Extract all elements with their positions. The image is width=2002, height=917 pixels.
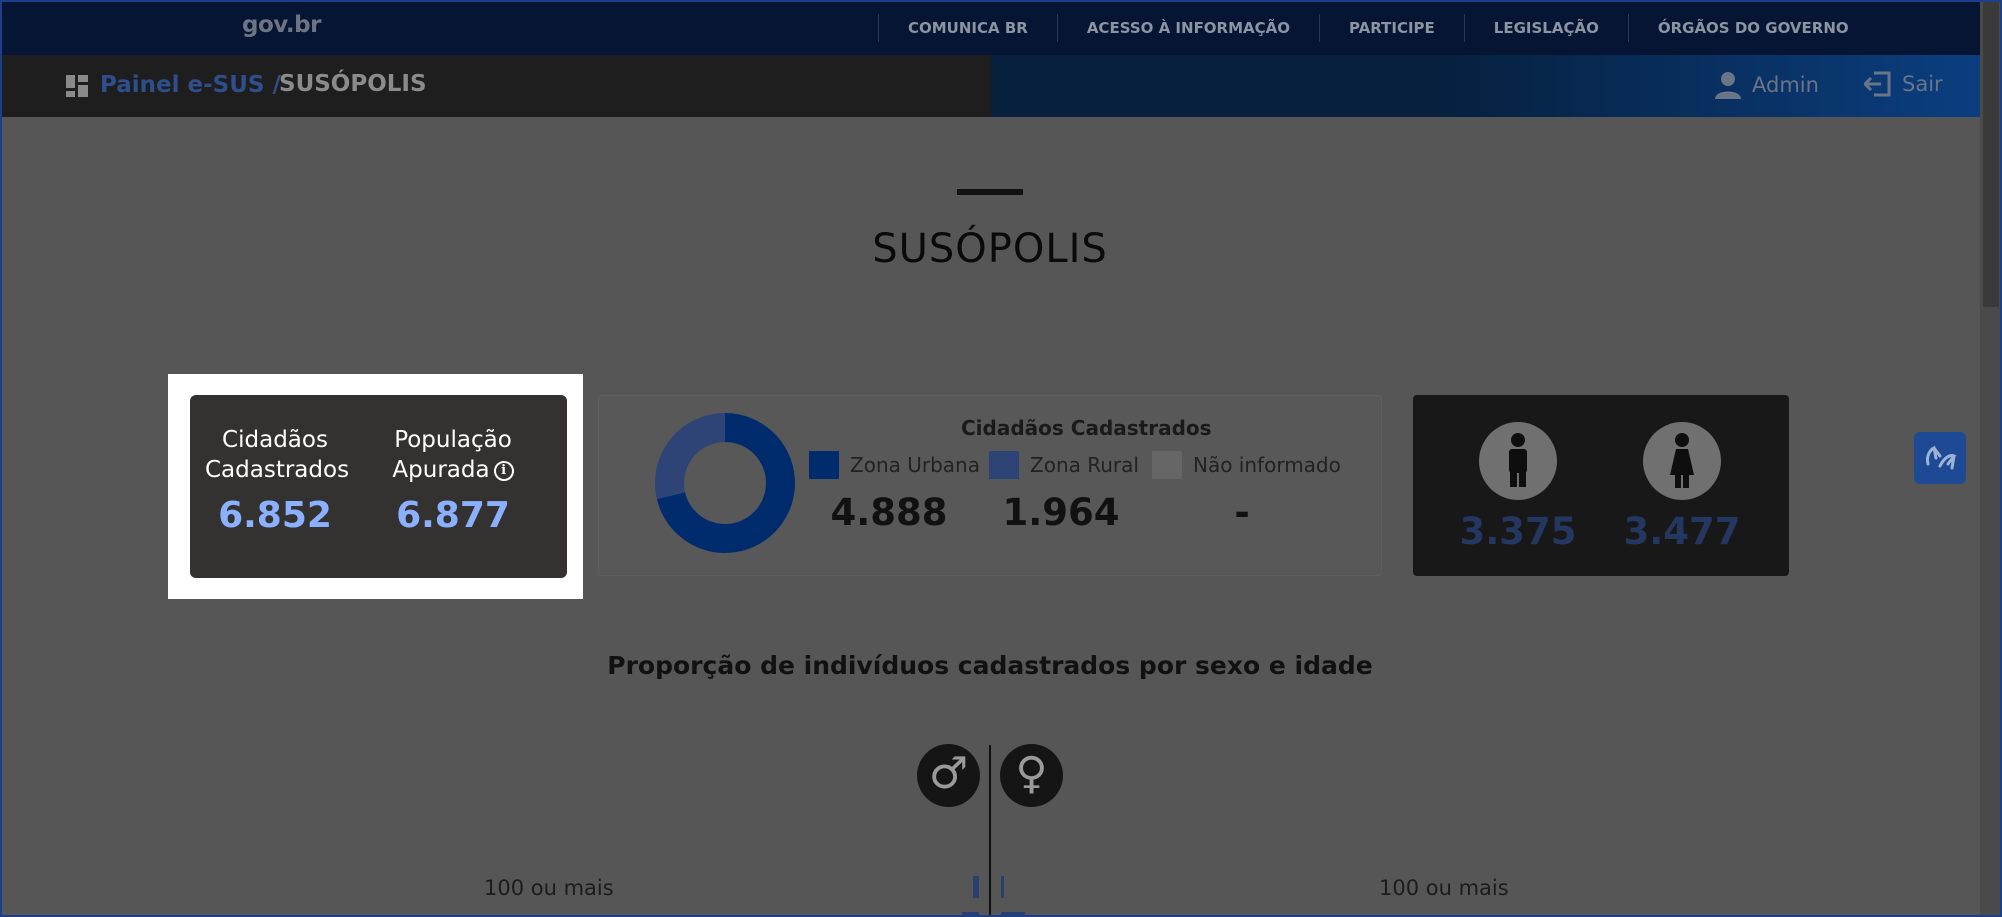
urban-value: 4.888 xyxy=(830,491,948,534)
page-title: SUSÓPOLIS xyxy=(872,226,1108,272)
nav-orgaos-governo[interactable]: ÓRGÃOS DO GOVERNO xyxy=(1629,19,1878,37)
summary-card: Cidadãos Cadastrados 6.852 População Apu… xyxy=(190,395,567,578)
pyramid-bar-female xyxy=(1001,876,1004,898)
registered-stat: Cidadãos Cadastrados 6.852 xyxy=(205,425,350,536)
vertical-scrollbar[interactable] xyxy=(1980,0,2002,917)
nav-acesso-informacao[interactable]: ACESSO À INFORMAÇÃO xyxy=(1058,19,1319,37)
title-decoration xyxy=(957,189,1023,195)
app-header-blue-panel xyxy=(991,55,1980,117)
info-icon[interactable]: i xyxy=(493,460,514,481)
pyramid-bar-male xyxy=(962,912,979,917)
user-name: Admin xyxy=(1752,73,1819,97)
gov-top-bar: gov.br COMUNICA BR ACESSO À INFORMAÇÃO P… xyxy=(0,0,1980,55)
nav-comunica-br[interactable]: COMUNICA BR xyxy=(879,19,1057,37)
zone-card-title: Cidadãos Cadastrados xyxy=(961,416,1212,440)
male-symbol-icon: ♂ xyxy=(917,744,980,807)
pyramid-bar-female xyxy=(1001,912,1025,917)
legend-label-rural: Zona Rural xyxy=(1030,453,1139,477)
unknown-value: - xyxy=(1234,491,1250,534)
legend-swatch-rural xyxy=(989,451,1019,479)
female-icon xyxy=(1643,422,1721,500)
user-menu[interactable]: Admin xyxy=(1714,71,1819,99)
legend-swatch-unknown xyxy=(1152,451,1182,479)
zone-donut-chart xyxy=(655,413,795,553)
legend-label-urban: Zona Urbana xyxy=(850,453,980,477)
age-group-label-right: 100 ou mais xyxy=(1379,876,1509,900)
pyramid-section-title: Proporção de indivíduos cadastrados por … xyxy=(607,651,1373,680)
population-label-line2: Apurada xyxy=(392,457,490,483)
rural-value: 1.964 xyxy=(1002,491,1120,534)
population-stat: População Apurada i 6.877 xyxy=(383,425,523,536)
breadcrumb-root[interactable]: Painel e-SUS / xyxy=(100,72,281,98)
male-count: 3.375 xyxy=(1459,510,1577,553)
age-group-label-left: 100 ou mais xyxy=(484,876,614,900)
logout-label: Sair xyxy=(1902,72,1943,96)
donut-hole xyxy=(684,442,766,524)
logout-icon xyxy=(1864,71,1891,97)
female-symbol-icon: ♀ xyxy=(1000,744,1063,807)
legend-unknown: Não informado xyxy=(1152,451,1341,479)
nav-legislacao[interactable]: LEGISLAÇÃO xyxy=(1465,19,1628,37)
registered-label-line2: Cadastrados xyxy=(205,457,350,483)
population-label-line1: População xyxy=(394,427,512,453)
scrollbar-thumb[interactable] xyxy=(1983,0,1999,307)
legend-rural: Zona Rural xyxy=(989,451,1139,479)
female-count: 3.477 xyxy=(1623,510,1741,553)
nav-participe[interactable]: PARTICIPE xyxy=(1320,19,1464,37)
male-icon xyxy=(1479,422,1557,500)
registered-label-line1: Cidadãos xyxy=(222,427,328,453)
logout-button[interactable]: Sair xyxy=(1864,71,1943,97)
gov-nav: COMUNICA BR ACESSO À INFORMAÇÃO PARTICIP… xyxy=(878,0,1878,55)
hands-icon xyxy=(1926,445,1957,470)
pyramid-bar-male xyxy=(973,876,979,898)
sign-language-accessibility-button[interactable] xyxy=(1914,432,1966,484)
legend-urban: Zona Urbana xyxy=(809,451,980,479)
zone-card: Cidadãos Cadastrados Zona Urbana Zona Ru… xyxy=(598,395,1382,576)
app-header: Painel e-SUS / SUSÓPOLIS Admin Sair xyxy=(0,55,1980,117)
pyramid-center-axis xyxy=(989,745,991,917)
breadcrumb-current: SUSÓPOLIS xyxy=(279,71,427,97)
legend-label-unknown: Não informado xyxy=(1193,453,1341,477)
gender-card: 3.375 3.477 xyxy=(1413,395,1789,576)
dashboard-grid-icon[interactable] xyxy=(66,75,88,97)
registered-value: 6.852 xyxy=(218,495,332,536)
user-icon xyxy=(1715,72,1741,99)
legend-swatch-urban xyxy=(809,451,839,479)
gov-logo[interactable]: gov.br xyxy=(242,12,321,38)
population-value: 6.877 xyxy=(396,495,510,536)
